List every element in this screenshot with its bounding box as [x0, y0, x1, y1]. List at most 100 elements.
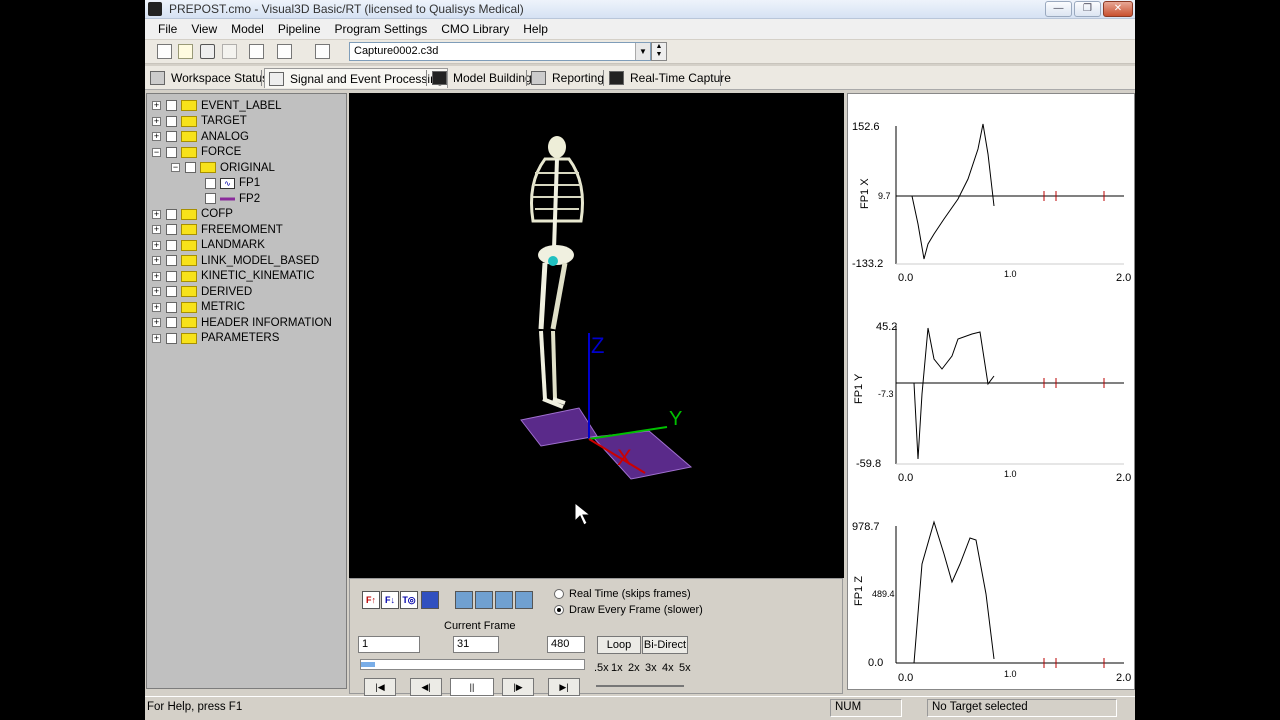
pause-button[interactable]: || — [450, 678, 494, 696]
tree-item-fp2[interactable]: FP2 — [205, 191, 260, 206]
expand-icon[interactable]: + — [152, 318, 161, 327]
close-button[interactable]: ✕ — [1103, 1, 1133, 17]
model-view-3-icon[interactable] — [495, 591, 513, 609]
prev-frame-button[interactable]: ◀| — [410, 678, 442, 696]
tree-item-derived[interactable]: + DERIVED — [152, 284, 252, 299]
tree-item-link-model-based[interactable]: + LINK_MODEL_BASED — [152, 253, 319, 268]
expand-icon[interactable]: + — [152, 256, 161, 265]
checkbox[interactable] — [166, 131, 177, 142]
tree-item-freemoment[interactable]: + FREEMOMENT — [152, 222, 283, 237]
skeleton-scene[interactable]: Z Y X — [349, 93, 844, 578]
speed-05x[interactable]: .5x — [594, 662, 609, 674]
speed-2x[interactable]: 2x — [628, 662, 640, 674]
checkbox[interactable] — [166, 255, 177, 266]
first-frame-button[interactable]: |◀ — [364, 678, 396, 696]
expand-icon[interactable]: + — [152, 225, 161, 234]
expand-icon[interactable]: + — [152, 302, 161, 312]
tree-item-kinetic-kinematic[interactable]: + KINETIC_KINEMATIC — [152, 269, 315, 284]
current-frame-input[interactable]: 31 — [453, 636, 499, 653]
new-file-icon[interactable] — [157, 44, 172, 59]
view-f1-icon[interactable]: F↑ — [362, 591, 380, 609]
checkbox[interactable] — [166, 100, 177, 111]
pipe-line-icon[interactable] — [277, 44, 292, 59]
camera-icon[interactable] — [421, 591, 439, 609]
menu-cmo-library[interactable]: CMO Library — [434, 22, 516, 36]
last-frame-button[interactable]: ▶| — [548, 678, 580, 696]
tab-model-building[interactable]: Model Building — [432, 68, 532, 88]
tab-reporting[interactable]: Reporting — [531, 68, 604, 88]
view-t-icon[interactable]: T◎ — [400, 591, 418, 609]
pipeline-icon[interactable] — [249, 44, 264, 59]
grid-icon[interactable] — [315, 44, 330, 59]
checkbox[interactable] — [166, 286, 177, 297]
menu-program-settings[interactable]: Program Settings — [328, 22, 435, 36]
tree-item-parameters[interactable]: + PARAMETERS — [152, 331, 279, 346]
capture-file-dropdown[interactable]: Capture0002.c3d ▼ — [349, 42, 651, 61]
speed-4x[interactable]: 4x — [662, 662, 674, 674]
menu-file[interactable]: File — [151, 22, 184, 36]
tree-item-original[interactable]: − ORIGINAL — [171, 160, 275, 175]
collapse-icon[interactable]: − — [171, 163, 180, 172]
checkbox[interactable] — [166, 317, 177, 328]
maximize-button[interactable]: ❐ — [1074, 1, 1101, 17]
3d-viewport[interactable]: Z Y X — [349, 93, 844, 578]
expand-icon[interactable]: + — [152, 209, 161, 219]
speed-1x[interactable]: 1x — [611, 662, 623, 674]
checkbox[interactable] — [166, 146, 177, 158]
tree-item-event-label[interactable]: + EVENT_LABEL — [152, 98, 282, 113]
menu-view[interactable]: View — [184, 22, 224, 36]
tab-workspace-status[interactable]: Workspace Status — [150, 68, 268, 88]
expand-icon[interactable]: + — [152, 333, 161, 343]
model-view-1-icon[interactable] — [455, 591, 473, 609]
tree-item-landmark[interactable]: + LANDMARK — [152, 238, 265, 253]
tree-item-metric[interactable]: + METRIC — [152, 300, 245, 315]
tree-item-analog[interactable]: + ANALOG — [152, 129, 249, 144]
tree-item-header-information[interactable]: + HEADER INFORMATION — [152, 315, 332, 330]
open-folder-icon[interactable] — [178, 44, 193, 59]
tree-item-cofp[interactable]: + COFP — [152, 207, 233, 222]
collapse-icon[interactable]: − — [152, 147, 161, 157]
save-icon[interactable] — [200, 44, 215, 59]
speed-3x[interactable]: 3x — [645, 662, 657, 674]
bidirect-button[interactable]: Bi-Direct — [642, 636, 688, 654]
speed-5x[interactable]: 5x — [679, 662, 691, 674]
loop-button[interactable]: Loop — [597, 636, 641, 654]
frame-slider[interactable] — [360, 659, 585, 670]
tree-item-target[interactable]: + TARGET — [152, 114, 247, 129]
expand-icon[interactable]: + — [152, 240, 161, 250]
menu-help[interactable]: Help — [516, 22, 555, 36]
checkbox[interactable] — [166, 224, 177, 235]
print-icon[interactable] — [222, 44, 237, 59]
draw-every-radio[interactable] — [554, 605, 564, 615]
tab-signal-event-processing[interactable]: Signal and Event Processing — [264, 68, 449, 88]
expand-icon[interactable]: + — [152, 287, 161, 296]
checkbox[interactable] — [166, 208, 177, 220]
checkbox[interactable] — [166, 239, 177, 251]
menu-pipeline[interactable]: Pipeline — [271, 22, 328, 36]
expand-icon[interactable]: + — [152, 101, 161, 110]
dropdown-arrow-icon[interactable]: ▼ — [635, 43, 650, 60]
menu-model[interactable]: Model — [224, 22, 271, 36]
tab-real-time-capture[interactable]: Real-Time Capture — [609, 68, 731, 88]
checkbox[interactable] — [205, 193, 216, 204]
start-frame-input[interactable]: 1 — [358, 636, 420, 653]
expand-icon[interactable]: + — [152, 271, 161, 281]
realtime-radio[interactable] — [554, 589, 564, 599]
checkbox[interactable] — [166, 115, 177, 127]
model-view-2-icon[interactable] — [475, 591, 493, 609]
next-frame-button[interactable]: |▶ — [502, 678, 534, 696]
checkbox[interactable] — [205, 177, 216, 189]
speed-slider[interactable] — [596, 685, 684, 687]
model-view-4-icon[interactable] — [515, 591, 533, 609]
checkbox[interactable] — [185, 162, 196, 173]
checkbox[interactable] — [166, 332, 177, 344]
tree-item-fp1[interactable]: ∿ FP1 — [205, 176, 260, 191]
file-spinner[interactable]: ▲ ▼ — [651, 42, 667, 61]
view-f2-icon[interactable]: F↓ — [381, 591, 399, 609]
tree-item-force[interactable]: − FORCE — [152, 145, 241, 160]
expand-icon[interactable]: + — [152, 132, 161, 141]
checkbox[interactable] — [166, 270, 177, 282]
end-frame-input[interactable]: 480 — [547, 636, 585, 653]
minimize-button[interactable]: — — [1045, 1, 1072, 17]
expand-icon[interactable]: + — [152, 116, 161, 126]
